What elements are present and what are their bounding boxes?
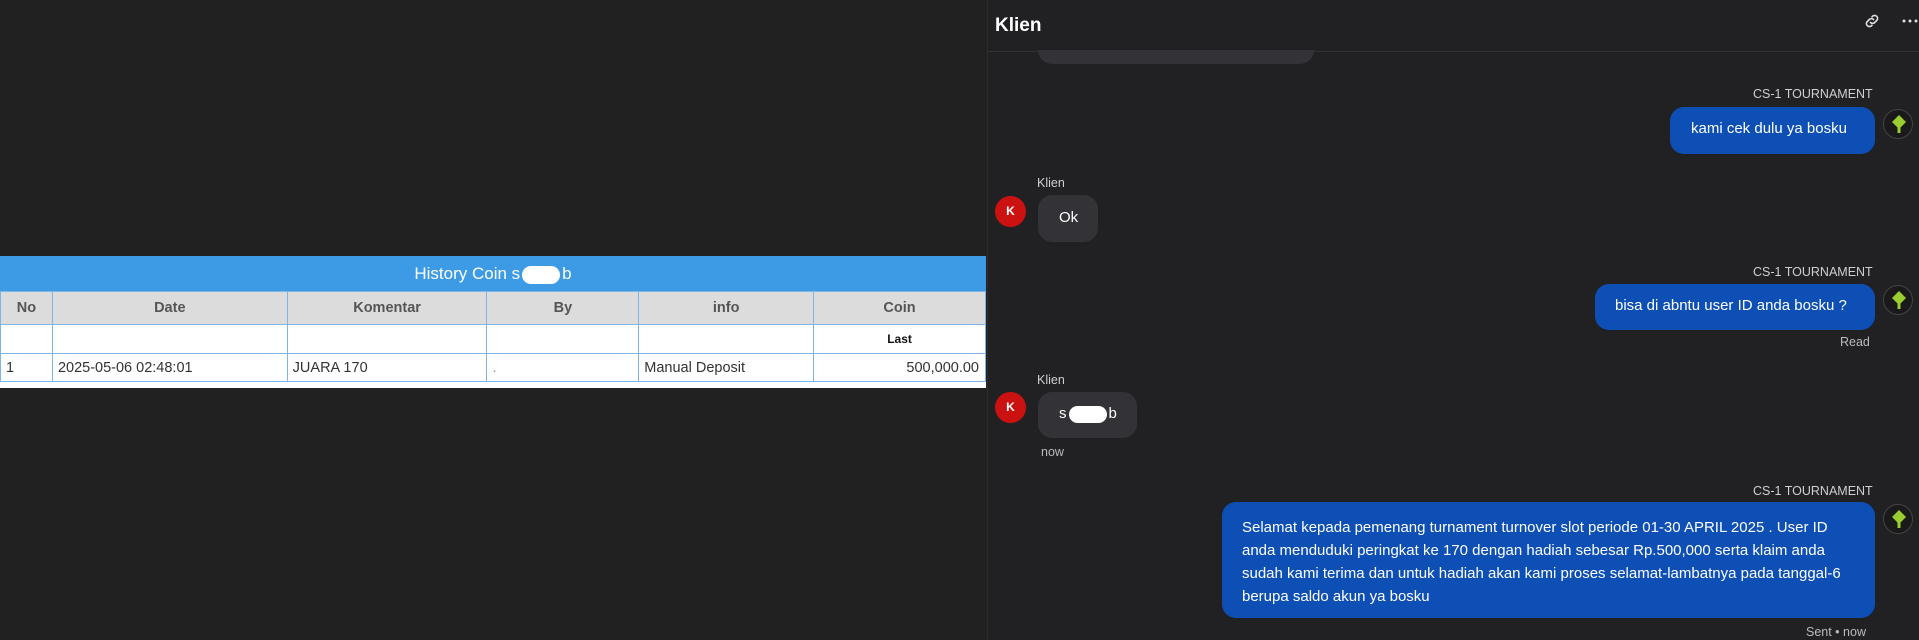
avatar-klien: K xyxy=(995,196,1026,227)
cell-by: . xyxy=(486,353,640,382)
cell-info: Manual Deposit xyxy=(638,353,815,382)
col-header-no: No xyxy=(0,291,53,325)
redacted-blob xyxy=(1068,405,1107,423)
col-header-info: info xyxy=(638,291,815,325)
sub-header-last: Last xyxy=(813,324,986,354)
message-text: Selamat kepada pemenang turnament turnov… xyxy=(1242,519,1841,605)
sub-empty xyxy=(286,324,488,354)
chat-title: Klien xyxy=(995,14,1042,36)
message-time: now xyxy=(1041,445,1064,459)
history-title-suffix: b xyxy=(562,264,572,283)
more-icon[interactable] xyxy=(1901,12,1919,35)
sender-label: CS-1 TOURNAMENT xyxy=(1753,484,1873,498)
message-bubble-incoming[interactable]: Ok xyxy=(1038,195,1098,242)
chat-panel: Klien CS-1 TOURNAMENT kami cek dulu ya b… xyxy=(987,0,1919,640)
cell-date: 2025-05-06 02:48:01 xyxy=(51,353,288,382)
col-header-coin: Coin xyxy=(813,291,986,325)
cell-komentar: JUARA 170 xyxy=(286,353,488,382)
sender-label: CS-1 TOURNAMENT xyxy=(1753,265,1873,279)
avatar-cs xyxy=(1883,504,1913,534)
sub-empty xyxy=(51,324,288,354)
col-header-date: Date xyxy=(51,291,288,325)
sent-status: Sent • now xyxy=(1806,625,1866,639)
avatar-cs xyxy=(1883,285,1913,315)
cell-no: 1 xyxy=(0,353,53,382)
sub-empty xyxy=(0,324,53,354)
read-status: Read xyxy=(1840,335,1870,349)
col-header-by: By xyxy=(486,291,640,325)
col-header-komentar: Komentar xyxy=(286,291,488,325)
message-text-suffix: b xyxy=(1108,405,1117,422)
message-text: Ok xyxy=(1059,209,1079,226)
message-bubble-outgoing[interactable]: bisa di abntu user ID anda bosku ? xyxy=(1595,284,1875,330)
sender-label: CS-1 TOURNAMENT xyxy=(1753,87,1873,101)
history-coin-table: History Coin s b No Date Komentar By info… xyxy=(0,256,986,388)
message-bubble-outgoing[interactable]: Selamat kepada pemenang turnament turnov… xyxy=(1222,502,1875,618)
table-subheader-row: Last xyxy=(0,324,986,354)
sender-label: Klien xyxy=(1037,373,1065,387)
redacted-blob xyxy=(522,265,561,284)
sub-empty xyxy=(638,324,815,354)
link-icon[interactable] xyxy=(1863,12,1881,35)
message-bubble-outgoing[interactable]: kami cek dulu ya bosku xyxy=(1670,107,1875,154)
cell-coin: 500,000.00 xyxy=(813,353,986,382)
sub-empty xyxy=(486,324,640,354)
history-table: No Date Komentar By info Coin Last 1 202… xyxy=(0,291,986,382)
chat-header: Klien xyxy=(988,0,1919,52)
avatar-cs xyxy=(1883,109,1913,139)
history-title-prefix: History Coin s xyxy=(414,264,521,283)
message-text: bisa di abntu user ID anda bosku ? xyxy=(1615,297,1847,314)
message-text-prefix: s xyxy=(1059,405,1067,422)
history-title: History Coin s b xyxy=(0,256,986,291)
table-row: 1 2025-05-06 02:48:01 JUARA 170 . Manual… xyxy=(0,353,986,382)
sender-label: Klien xyxy=(1037,176,1065,190)
avatar-klien: K xyxy=(995,392,1026,423)
message-bubble-incoming[interactable]: sb xyxy=(1038,392,1137,438)
table-header-row: No Date Komentar By info Coin xyxy=(0,291,986,325)
message-text: kami cek dulu ya bosku xyxy=(1691,120,1847,137)
previous-message-bubble xyxy=(1038,50,1314,64)
left-pane: History Coin s b No Date Komentar By info… xyxy=(0,0,987,640)
